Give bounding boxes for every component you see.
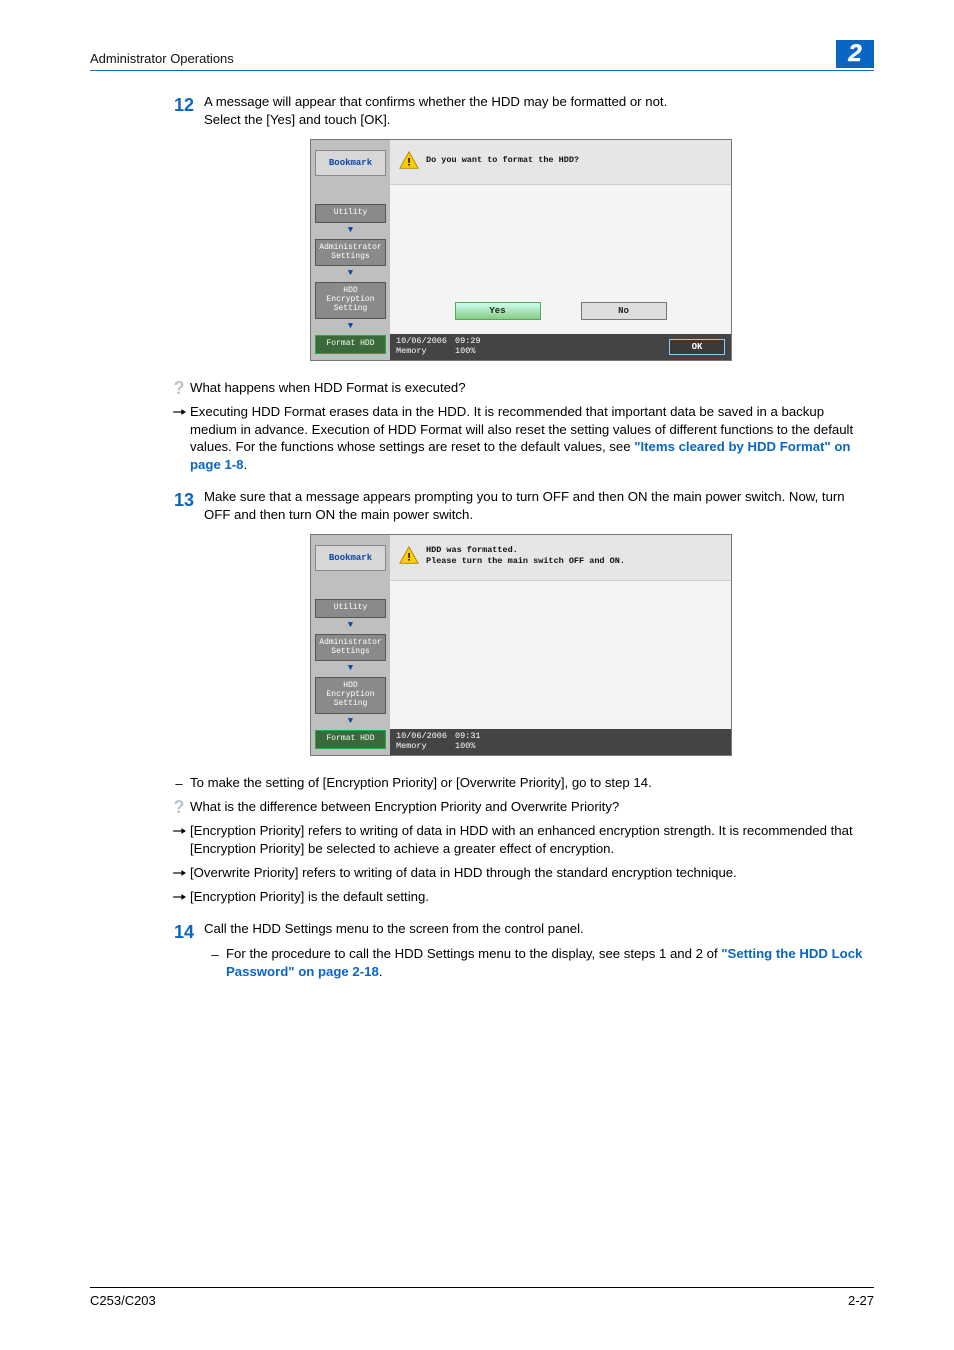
- note-question-diff: What is the difference between Encryptio…: [190, 798, 874, 816]
- step-12-text-2: Select the [Yes] and touch [OK].: [204, 111, 874, 129]
- warning-icon: !: [398, 545, 420, 567]
- bookmark-button[interactable]: Bookmark: [315, 150, 386, 176]
- nav-format-hdd[interactable]: Format HDD: [315, 730, 386, 749]
- step-number-13: 13: [168, 488, 204, 524]
- step-number-12: 12: [168, 93, 204, 129]
- question-icon: ?: [174, 379, 185, 397]
- dash-marker: –: [175, 774, 182, 793]
- yes-button[interactable]: Yes: [455, 302, 541, 320]
- dash-marker: –: [211, 945, 218, 964]
- note-goto-step14: To make the setting of [Encryption Prior…: [190, 774, 874, 793]
- arrow-down-icon: ▼: [315, 618, 386, 632]
- note-overwrite-priority: [Overwrite Priority] refers to writing o…: [190, 864, 874, 882]
- note-encryption-priority: [Encryption Priority] refers to writing …: [190, 822, 874, 858]
- question-icon: ?: [174, 798, 185, 816]
- device-screenshot-format-confirm: Bookmark Utility ▼ Administrator Setting…: [310, 139, 732, 361]
- nav-admin-settings[interactable]: Administrator Settings: [315, 239, 386, 267]
- step-12-text: A message will appear that confirms whet…: [204, 93, 874, 111]
- note-answer: Executing HDD Format erases data in the …: [190, 403, 874, 474]
- arrow-right-icon: [172, 890, 186, 904]
- svg-text:!: !: [406, 157, 413, 169]
- status-memory-value: 100%: [455, 347, 481, 356]
- dialog-message-line1: HDD was formatted.: [426, 545, 625, 556]
- arrow-right-icon: [172, 824, 186, 838]
- status-memory-label: Memory: [396, 347, 447, 356]
- footer-rule: [90, 1287, 874, 1288]
- no-button[interactable]: No: [581, 302, 667, 320]
- nav-format-hdd[interactable]: Format HDD: [315, 335, 386, 354]
- nav-utility[interactable]: Utility: [315, 204, 386, 223]
- chapter-badge: 2: [836, 40, 874, 68]
- footer-page: 2-27: [848, 1292, 874, 1310]
- device-screenshot-format-done: Bookmark Utility ▼ Administrator Setting…: [310, 534, 732, 756]
- dialog-message-line2: Please turn the main switch OFF and ON.: [426, 556, 625, 567]
- nav-admin-settings[interactable]: Administrator Settings: [315, 634, 386, 662]
- nav-hdd-encryption[interactable]: HDD Encryption Setting: [315, 282, 386, 318]
- arrow-down-icon: ▼: [315, 223, 386, 237]
- warning-icon: !: [398, 150, 420, 172]
- step-13-text: Make sure that a message appears prompti…: [204, 488, 874, 524]
- arrow-down-icon: ▼: [315, 319, 386, 333]
- arrow-down-icon: ▼: [315, 714, 386, 728]
- step-14-subnote: For the procedure to call the HDD Settin…: [226, 945, 874, 981]
- nav-utility[interactable]: Utility: [315, 599, 386, 618]
- note-question: What happens when HDD Format is executed…: [190, 379, 874, 397]
- step-number-14: 14: [168, 920, 204, 987]
- footer-model: C253/C203: [90, 1292, 156, 1310]
- status-memory-value: 100%: [455, 742, 481, 751]
- dialog-message: Do you want to format the HDD?: [426, 155, 579, 166]
- arrow-right-icon: [172, 866, 186, 880]
- breadcrumb: Administrator Operations: [90, 50, 234, 68]
- bookmark-button[interactable]: Bookmark: [315, 545, 386, 571]
- step-14-text: Call the HDD Settings menu to the screen…: [204, 920, 874, 938]
- ok-button[interactable]: OK: [669, 339, 725, 355]
- note-default-setting: [Encryption Priority] is the default set…: [190, 888, 874, 906]
- header-rule: [90, 70, 874, 71]
- status-memory-label: Memory: [396, 742, 447, 751]
- nav-hdd-encryption[interactable]: HDD Encryption Setting: [315, 677, 386, 713]
- arrow-right-icon: [172, 405, 186, 419]
- svg-text:!: !: [406, 553, 413, 565]
- arrow-down-icon: ▼: [315, 661, 386, 675]
- arrow-down-icon: ▼: [315, 266, 386, 280]
